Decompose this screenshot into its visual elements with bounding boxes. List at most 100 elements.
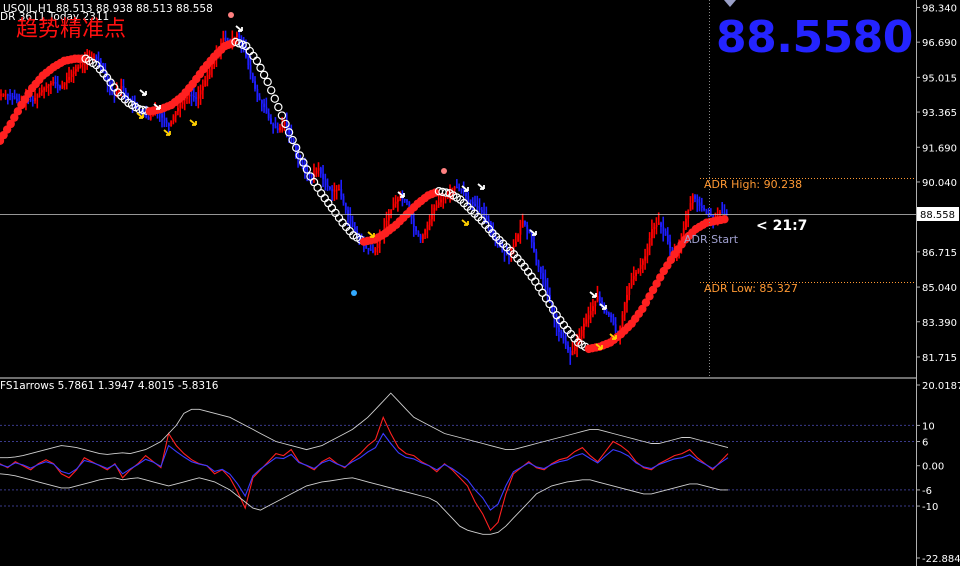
price-candle-body — [564, 340, 567, 346]
price-candle-body — [571, 350, 574, 356]
price-candle-body — [202, 86, 204, 91]
price-candle-body — [664, 231, 667, 236]
price-candle-body — [662, 226, 665, 232]
price-candle-body — [147, 116, 150, 120]
price-candle-body — [467, 196, 470, 200]
price-candle-body — [669, 241, 672, 248]
price-candle-body — [635, 272, 638, 276]
price-candle-body — [519, 227, 522, 235]
price-candle-body — [605, 311, 608, 314]
price-candle-body — [642, 260, 644, 265]
price-candle-body — [535, 251, 538, 261]
price-candle-body — [592, 306, 594, 312]
price-axis-label: 91.690 — [922, 143, 957, 154]
price-candle-body — [272, 123, 275, 127]
price-candle-body — [691, 195, 694, 204]
price-candle-body — [655, 224, 658, 227]
trend-dot-up — [720, 215, 729, 224]
price-candle-body — [63, 82, 66, 86]
price-candle-body — [394, 201, 397, 204]
adr-high-label: ADR High: 90.238 — [704, 178, 802, 191]
price-candle-body — [7, 94, 9, 96]
price-candle-body — [279, 127, 281, 131]
price-candle-body — [338, 189, 340, 191]
price-candle-body — [660, 222, 662, 227]
price-candle-body — [261, 100, 263, 104]
price-candle-body — [81, 62, 84, 66]
price-candle-body — [68, 76, 71, 80]
price-candle-body — [694, 195, 696, 199]
price-candle-body — [440, 199, 442, 203]
signal-dot-icon — [441, 168, 447, 174]
price-candle-body — [580, 329, 583, 337]
price-candle-body — [54, 81, 57, 84]
price-candle-body — [172, 116, 175, 122]
price-candle-body — [419, 235, 422, 240]
price-candle-body — [585, 319, 588, 324]
price-candle-body — [236, 33, 238, 38]
price-candle-body — [646, 247, 649, 257]
price-candle-body — [77, 67, 80, 70]
price-candle-body — [315, 170, 318, 174]
price-candle-body — [442, 198, 445, 200]
price-axis-label: 83.390 — [922, 318, 957, 329]
price-candle-body — [353, 226, 356, 232]
price-candle-body — [295, 144, 297, 152]
price-candle-body — [197, 94, 200, 99]
price-candle-body — [610, 315, 613, 318]
price-candle-body — [651, 229, 653, 239]
price-candle-body — [65, 79, 68, 83]
price-candle-body — [322, 173, 325, 180]
price-candle-body — [542, 273, 545, 280]
price-candle-body — [626, 294, 628, 303]
price-candle-body — [657, 222, 660, 225]
price-candle-body — [168, 123, 170, 127]
price-candle-body — [422, 234, 424, 240]
price-candle-body — [385, 220, 388, 227]
price-candle-body — [349, 215, 352, 222]
price-candle-body — [719, 212, 721, 215]
price-candle-body — [211, 64, 213, 70]
price-candle-body — [115, 91, 118, 95]
price-candle-body — [95, 56, 98, 59]
price-candle-body — [61, 85, 64, 89]
price-candle-body — [614, 324, 617, 332]
price-candle-body — [460, 188, 463, 190]
price-candle-body — [249, 65, 252, 74]
price-candle-body — [238, 33, 241, 39]
price-candle-body — [521, 220, 524, 228]
price-candle-body — [161, 114, 164, 118]
price-candle-body — [75, 69, 77, 72]
price-candle-body — [29, 99, 32, 101]
price-candle-body — [700, 205, 703, 209]
price-candle-body — [608, 313, 610, 316]
price-candle-body — [639, 264, 642, 269]
price-candle-body — [247, 56, 250, 66]
price-candle-body — [204, 80, 207, 87]
price-candle-body — [458, 187, 461, 189]
price-candle-body — [456, 187, 458, 188]
price-candle-body — [537, 260, 540, 267]
price-candle-body — [485, 215, 488, 220]
price-candle-body — [453, 187, 456, 190]
price-candle-body — [524, 220, 526, 225]
indicator-axis-label: 0.00 — [922, 462, 944, 473]
price-candle-body — [644, 256, 647, 261]
price-candle-body — [79, 65, 82, 68]
price-candle-body — [397, 199, 399, 202]
price-candle-body — [274, 126, 277, 129]
indicator-axis-label: 20.0187 — [922, 381, 960, 392]
price-candle-body — [596, 296, 599, 302]
price-candle-body — [177, 107, 179, 112]
price-candle-body — [331, 189, 334, 192]
price-candle-body — [47, 84, 50, 87]
price-candle-body — [276, 128, 279, 131]
price-candle-body — [392, 203, 395, 210]
indicator-axis-label: 6 — [922, 438, 928, 449]
price-candle-body — [329, 187, 331, 190]
price-candle-body — [623, 302, 626, 315]
price-candle-body — [594, 301, 597, 307]
price-candle-body — [598, 296, 601, 302]
price-candle-body — [317, 168, 320, 171]
price-candle-body — [283, 121, 286, 125]
